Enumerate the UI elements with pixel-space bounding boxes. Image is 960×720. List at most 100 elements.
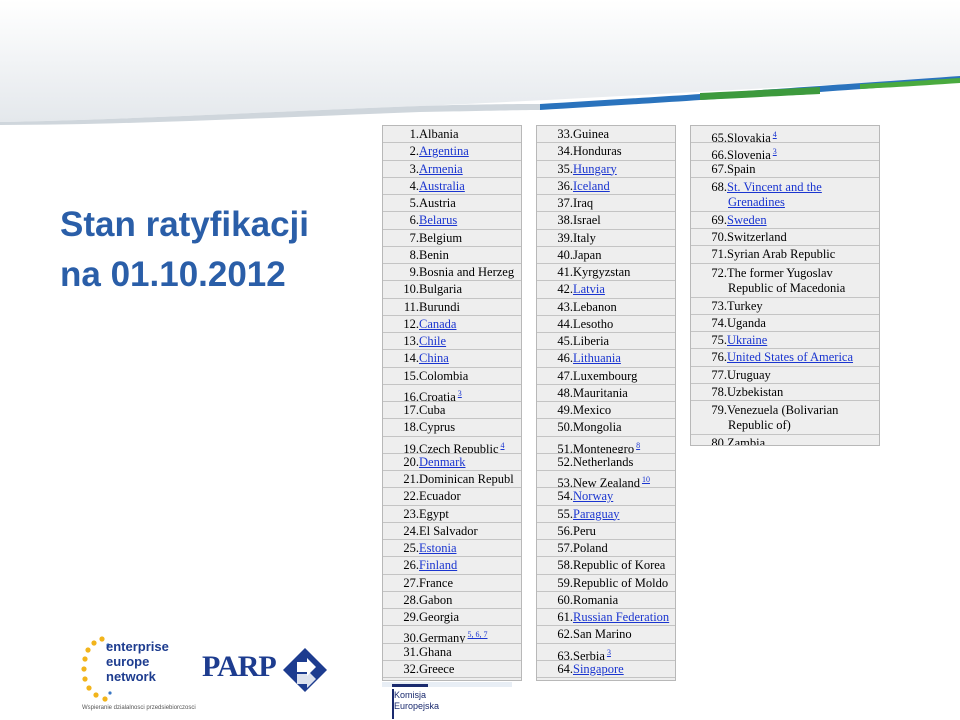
country-link[interactable]: Hungary — [573, 162, 617, 176]
footnote-ref[interactable]: 4 — [501, 441, 505, 450]
row-number: 52. — [557, 454, 573, 469]
table-row: 46.Lithuania — [537, 350, 675, 368]
country-name: San Marino — [573, 627, 632, 642]
footnote-ref[interactable]: 10 — [642, 475, 650, 484]
country-name: Colombia — [419, 368, 469, 383]
table-row: 54.Norway — [537, 488, 675, 506]
table-row: 49.Mexico — [537, 402, 675, 420]
ec-line-2: Europejska — [394, 701, 440, 711]
country-name: The former Yugoslav Republic of Macedoni… — [727, 265, 846, 295]
footnote-ref[interactable]: 3 — [773, 147, 777, 156]
country-link[interactable]: Singapore — [573, 662, 624, 676]
table-row: 73.Turkey — [691, 298, 879, 315]
country-name: Gabon — [419, 592, 453, 607]
country-link[interactable]: Norway — [573, 489, 613, 503]
row-number: 7. — [409, 230, 419, 245]
row-number: 10. — [403, 282, 419, 297]
country-link[interactable]: Iceland — [573, 179, 610, 193]
country-name: Greece — [419, 661, 455, 676]
row-number: 5. — [409, 196, 419, 210]
country-name: Turkey — [727, 298, 763, 313]
parp-wordmark: PARP — [202, 650, 277, 683]
row-number: 43. — [557, 299, 573, 314]
country-link[interactable]: Belarus — [419, 213, 457, 227]
table-row: 42.Latvia — [537, 281, 675, 299]
country-link[interactable]: St. Vincent and the Grenadines — [727, 180, 822, 209]
table-row: 37.Iraq — [537, 195, 675, 213]
country-name: Croatia — [419, 389, 456, 402]
country-name: Lebanon — [573, 299, 617, 314]
country-link[interactable]: Argentina — [419, 144, 469, 158]
row-number: 28. — [403, 592, 419, 607]
row-number: 58. — [557, 558, 573, 573]
country-link[interactable]: Ukraine — [727, 333, 767, 347]
country-link[interactable]: Finland — [419, 558, 457, 572]
footnote-ref[interactable]: 4 — [773, 130, 777, 139]
country-name: New Zealand — [573, 476, 640, 489]
country-link[interactable]: China — [419, 351, 449, 365]
country-name: Italy — [573, 230, 596, 245]
country-link[interactable]: United States of America — [727, 350, 853, 364]
row-number: 63. — [557, 648, 573, 661]
country-link[interactable]: Armenia — [419, 162, 463, 176]
row-number: 71. — [711, 247, 727, 262]
table-row: 75.Ukraine — [691, 332, 879, 350]
table-row: 3.Armenia — [383, 161, 521, 178]
footnote-ref[interactable]: 5, 6, 7 — [468, 630, 488, 639]
row-number: 24. — [403, 523, 419, 538]
row-number: 65. — [711, 131, 727, 144]
footnote-ref[interactable]: 3 — [607, 648, 611, 657]
country-link[interactable]: Sweden — [727, 213, 767, 227]
row-number: 25. — [403, 541, 419, 555]
footnote-ref[interactable]: 3 — [458, 389, 462, 398]
country-name: Ghana — [419, 644, 452, 659]
table-row: 59.Republic of Moldo — [537, 575, 675, 592]
table-row: 6.Belarus — [383, 212, 521, 230]
country-name: Slovenia — [727, 148, 771, 161]
country-link[interactable]: Estonia — [419, 541, 457, 555]
row-number: 55. — [557, 506, 573, 521]
row-number: 4. — [409, 178, 419, 193]
country-name: Uganda — [727, 315, 766, 330]
table-row: 45.Liberia — [537, 333, 675, 351]
title-line-2: na 01.10.2012 — [60, 255, 286, 294]
country-name: Czech Republic — [419, 441, 499, 454]
table-row: 24.El Salvador — [383, 523, 521, 540]
country-name: Syrian Arab Republic — [727, 247, 836, 262]
table-row: 26.Finland — [383, 557, 521, 575]
row-number: 62. — [557, 627, 573, 642]
country-name: Guinea — [573, 127, 610, 141]
row-number: 39. — [557, 230, 573, 245]
row-number: 46. — [557, 351, 573, 366]
country-link[interactable]: Paraguay — [573, 507, 620, 521]
row-number: 66. — [711, 148, 727, 161]
country-link[interactable]: Denmark — [419, 455, 466, 469]
country-link[interactable]: Australia — [419, 179, 465, 193]
country-name: Slovakia — [727, 131, 771, 144]
table-row: 41.Kyrgyzstan — [537, 264, 675, 282]
country-name: Spain — [727, 161, 756, 176]
een-line-3: network — [106, 669, 156, 684]
table-row: 34.Honduras — [537, 143, 675, 161]
een-tagline: Wspieranie dzialalnosci przedsiebiorczos… — [82, 705, 196, 711]
country-link[interactable]: Russian Federation — [573, 610, 669, 624]
row-number: 32. — [403, 661, 419, 676]
table-row: 61.Russian Federation — [537, 609, 675, 627]
row-number: 29. — [403, 610, 419, 624]
country-name: Ecuador — [419, 489, 461, 504]
row-number: 50. — [557, 420, 573, 435]
country-link[interactable]: Canada — [419, 317, 456, 331]
country-link[interactable]: Latvia — [573, 282, 605, 296]
country-name: Luxembourg — [573, 368, 638, 383]
row-number: 26. — [403, 558, 419, 573]
table-row: 15.Colombia — [383, 368, 521, 385]
country-link[interactable]: Chile — [419, 334, 446, 348]
row-number: 31. — [403, 644, 419, 659]
table-row: 18.Cyprus — [383, 419, 521, 437]
row-number: 80. — [711, 436, 727, 446]
ratification-list-column-2: 33.Guinea 34.Honduras 35.Hungary 36.Iceland… — [536, 125, 676, 681]
table-row: 47.Luxembourg — [537, 368, 675, 385]
country-link[interactable]: Lithuania — [573, 351, 621, 365]
country-name: Burundi — [419, 299, 460, 314]
footnote-ref[interactable]: 8 — [636, 441, 640, 450]
